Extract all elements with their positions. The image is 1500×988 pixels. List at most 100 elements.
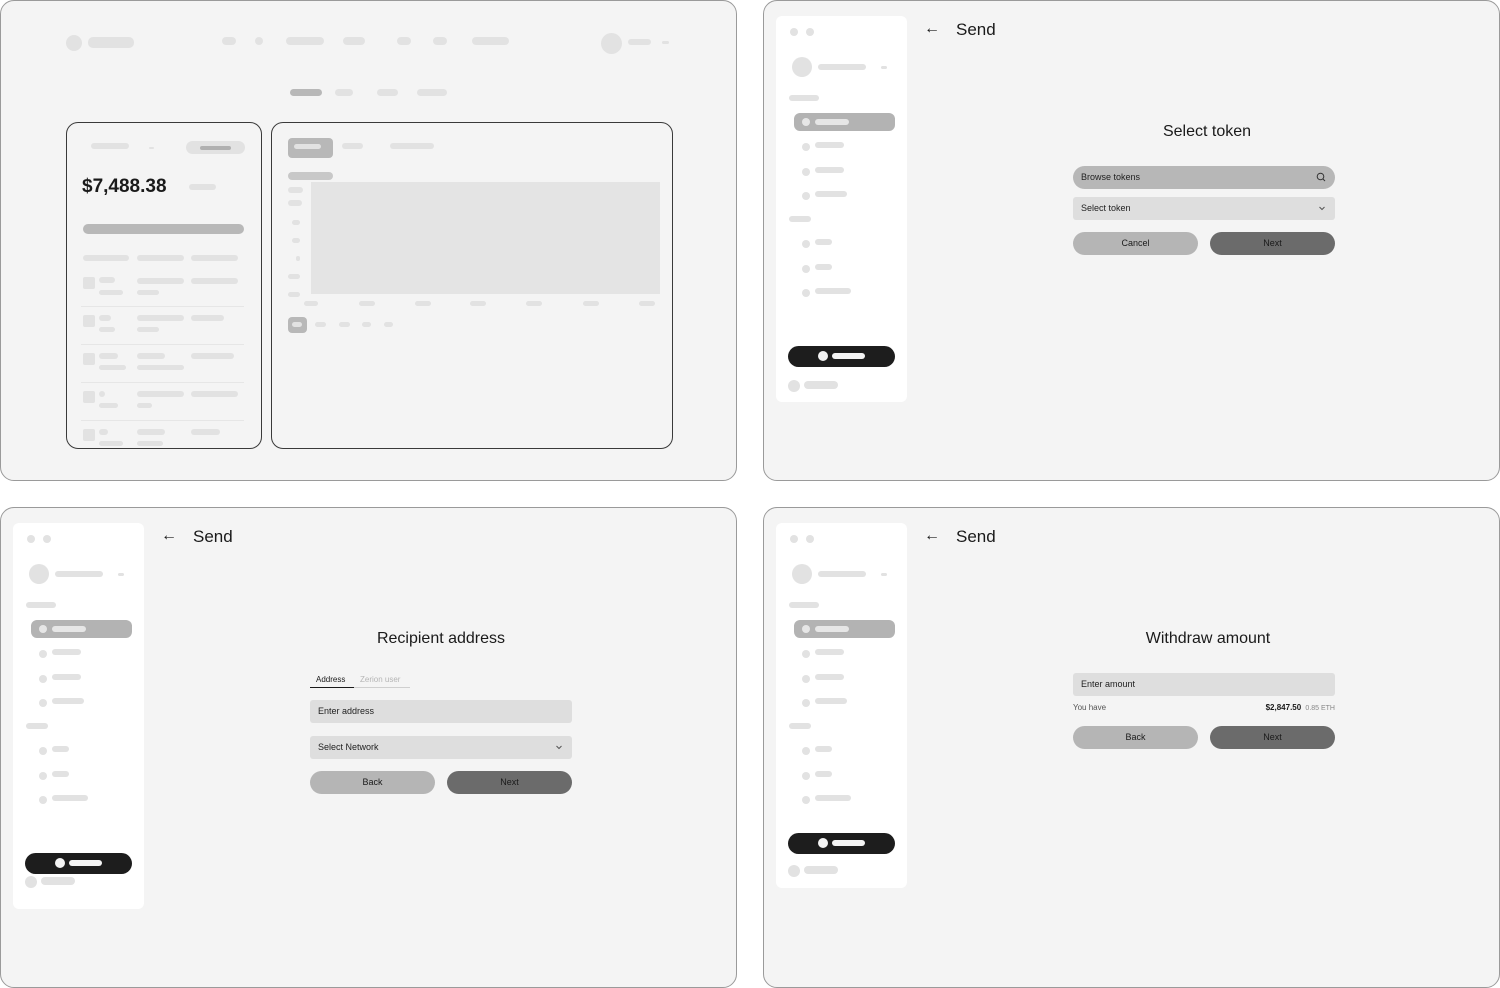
y-tick-placeholder: [288, 274, 300, 279]
form-title: Withdraw amount: [1145, 630, 1271, 647]
avatar[interactable]: [601, 33, 622, 54]
cancel-button[interactable]: Cancel: [1073, 232, 1198, 255]
settings-label-placeholder[interactable]: [804, 866, 838, 874]
tab-zerion-user[interactable]: Zerion user: [360, 673, 400, 687]
amount-input[interactable]: Enter amount: [1073, 673, 1335, 696]
arrow-left-icon[interactable]: ←: [924, 19, 940, 39]
account-menu-placeholder[interactable]: [118, 573, 124, 576]
avatar[interactable]: [792, 57, 812, 77]
balance-change-placeholder: [189, 184, 216, 190]
period-toggle-active: [200, 146, 231, 150]
chart-tab[interactable]: [342, 143, 363, 149]
sidebar-item[interactable]: [52, 674, 81, 680]
settings-icon[interactable]: [788, 865, 800, 877]
nav-item-placeholder[interactable]: [433, 37, 447, 45]
sidebar-item[interactable]: [815, 142, 844, 148]
sidebar-item[interactable]: [52, 698, 84, 704]
wallet-button-icon: [818, 838, 828, 848]
send-withdraw-amount-panel: ← Send Withdraw amount Enter amount You …: [763, 507, 1500, 988]
list-item: [137, 365, 184, 370]
sidebar-item[interactable]: [815, 795, 851, 801]
list-item: [137, 403, 152, 408]
sidebar-item[interactable]: [815, 167, 844, 173]
asset-icon: [83, 277, 95, 289]
token-select[interactable]: Select token: [1073, 197, 1335, 220]
range-button[interactable]: [315, 322, 326, 327]
sidebar-item[interactable]: [815, 746, 832, 752]
nav-item-placeholder[interactable]: [286, 37, 324, 45]
settings-label-placeholder[interactable]: [804, 381, 838, 389]
range-button[interactable]: [362, 322, 371, 327]
next-button[interactable]: Next: [1210, 232, 1335, 255]
back-button[interactable]: Back: [1073, 726, 1198, 749]
tab-placeholder[interactable]: [335, 89, 353, 96]
nav-item-placeholder[interactable]: [343, 37, 365, 45]
list-item[interactable]: [99, 353, 118, 359]
nav-item-placeholder[interactable]: [472, 37, 509, 45]
arrow-left-icon[interactable]: ←: [924, 526, 940, 546]
network-select[interactable]: Select Network: [310, 736, 572, 759]
sidebar-item[interactable]: [815, 698, 847, 704]
back-button[interactable]: Back: [310, 771, 435, 794]
next-button[interactable]: Next: [447, 771, 572, 794]
list-item: [137, 315, 184, 321]
tab-placeholder[interactable]: [417, 89, 447, 96]
sidebar-item[interactable]: [815, 264, 832, 270]
address-input[interactable]: Enter address: [310, 700, 572, 723]
list-item: [137, 353, 165, 359]
sidebar-item[interactable]: [815, 288, 851, 294]
wallet-button-label: [832, 353, 865, 359]
settings-label-placeholder[interactable]: [41, 877, 75, 885]
account-menu-placeholder[interactable]: [662, 41, 669, 44]
list-item[interactable]: [99, 315, 111, 321]
y-tick-placeholder: [292, 238, 300, 243]
sidebar-item[interactable]: [815, 239, 832, 245]
nav-item-placeholder[interactable]: [255, 37, 263, 45]
search-icon: [1316, 166, 1326, 198]
account-name-placeholder[interactable]: [818, 571, 866, 577]
sidebar-item[interactable]: [815, 191, 847, 197]
sidebar-item[interactable]: [52, 649, 81, 655]
chart-plot-area[interactable]: [311, 182, 660, 294]
sidebar: [13, 523, 144, 909]
settings-icon[interactable]: [788, 380, 800, 392]
account-placeholder[interactable]: [628, 39, 651, 45]
sidebar-item[interactable]: [815, 649, 844, 655]
account-name-placeholder[interactable]: [818, 64, 866, 70]
chart-tab[interactable]: [390, 143, 434, 149]
account-menu-placeholder[interactable]: [881, 66, 887, 69]
avatar[interactable]: [29, 564, 49, 584]
tab-active-placeholder[interactable]: [290, 89, 322, 96]
nav-item-placeholder[interactable]: [222, 37, 236, 45]
range-button[interactable]: [384, 322, 393, 327]
settings-icon[interactable]: [25, 876, 37, 888]
token-search-input[interactable]: Browse tokens: [1073, 166, 1335, 189]
tab-placeholder[interactable]: [377, 89, 398, 96]
allocation-bar: [83, 224, 244, 234]
divider: [81, 382, 244, 383]
list-item: [191, 429, 220, 435]
sidebar-item[interactable]: [52, 746, 69, 752]
send-select-token-panel: ← Send Select token Browse tokens Select…: [763, 0, 1500, 481]
tab-address[interactable]: Address: [316, 673, 345, 687]
divider: [81, 420, 244, 421]
account-menu-placeholder[interactable]: [881, 573, 887, 576]
sidebar-item-icon: [802, 289, 810, 297]
avatar[interactable]: [792, 564, 812, 584]
section-label-placeholder: [789, 216, 811, 222]
sidebar-item[interactable]: [52, 795, 88, 801]
divider: [81, 344, 244, 345]
arrow-left-icon[interactable]: ←: [161, 526, 177, 546]
sidebar-item[interactable]: [52, 771, 69, 777]
next-button[interactable]: Next: [1210, 726, 1335, 749]
account-name-placeholder[interactable]: [55, 571, 103, 577]
sidebar-item[interactable]: [815, 674, 844, 680]
range-button[interactable]: [339, 322, 350, 327]
y-tick-placeholder: [292, 220, 300, 225]
x-tick-placeholder: [470, 301, 486, 306]
list-item[interactable]: [99, 429, 108, 435]
list-item[interactable]: [99, 277, 115, 283]
sidebar-item[interactable]: [815, 771, 832, 777]
list-item[interactable]: [99, 391, 105, 397]
nav-item-placeholder[interactable]: [397, 37, 411, 45]
